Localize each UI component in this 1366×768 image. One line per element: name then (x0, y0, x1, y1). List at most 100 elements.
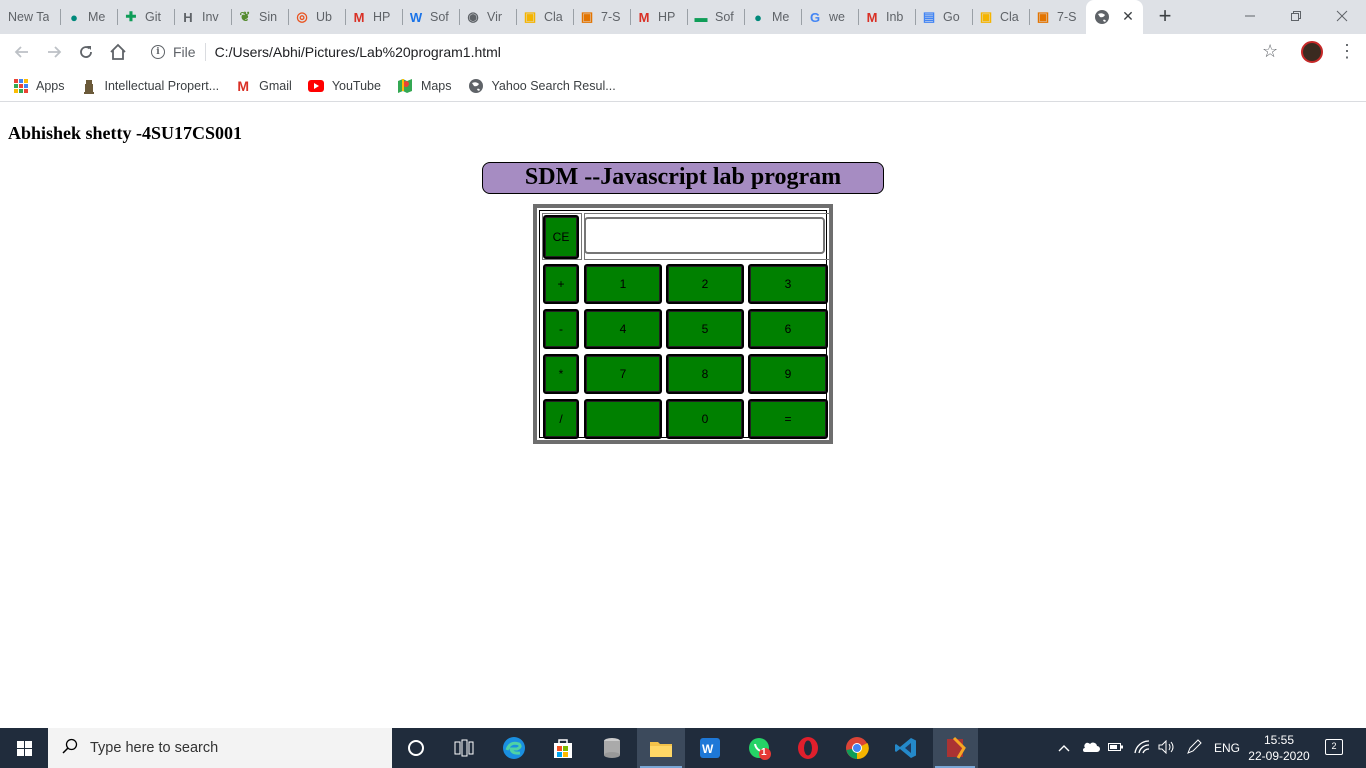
clock-date: 22-09-2020 (1248, 749, 1310, 763)
tab[interactable]: ▤ Go (921, 0, 971, 34)
task-view-icon[interactable] (452, 736, 476, 760)
chevron-up-icon[interactable] (1058, 741, 1070, 755)
pen-icon[interactable] (1186, 738, 1202, 758)
minus-button[interactable]: - (543, 309, 579, 349)
windows-logo-icon (16, 740, 32, 756)
tab[interactable]: ✚ Git (123, 0, 173, 34)
multiply-button[interactable]: * (543, 354, 579, 394)
tab[interactable]: H Inv (180, 0, 230, 34)
tab[interactable]: ● Me (66, 0, 116, 34)
bookmark-label: YouTube (331, 78, 381, 93)
whatsapp-icon[interactable]: 1 (747, 736, 771, 760)
page-title: SDM --Javascript lab program (482, 162, 884, 194)
minimize-button[interactable] (1227, 0, 1273, 32)
bookmark-gmail[interactable]: M Gmail (235, 78, 292, 94)
bookmark-yahoo-search[interactable]: Yahoo Search Resul... (468, 78, 616, 94)
tab-separator (288, 9, 289, 25)
back-button[interactable] (10, 40, 34, 64)
file-explorer-icon[interactable] (649, 736, 673, 760)
tab[interactable]: ◎ Ub (294, 0, 344, 34)
paint-app-icon[interactable] (944, 736, 968, 760)
forward-button[interactable] (42, 40, 66, 64)
tab[interactable]: M HP (636, 0, 686, 34)
tab[interactable]: ● Me (750, 0, 800, 34)
bookmark-label: Intellectual Propert... (104, 78, 220, 93)
tab[interactable]: ◉ Vir (465, 0, 515, 34)
bookmark-intellectual-property[interactable]: Intellectual Propert... (81, 78, 220, 94)
opera-icon[interactable] (796, 736, 820, 760)
home-button[interactable] (106, 40, 130, 64)
tab[interactable]: Gwe (807, 0, 857, 34)
plus-button[interactable]: + (543, 264, 579, 304)
bookmark-apps[interactable]: Apps (14, 78, 65, 93)
restore-button[interactable] (1273, 0, 1319, 32)
tab-separator (459, 9, 460, 25)
digit-4-button[interactable]: 4 (584, 309, 662, 349)
onedrive-icon[interactable] (1082, 741, 1100, 756)
digit-7-button[interactable]: 7 (584, 354, 662, 394)
url-text[interactable]: C:/Users/Abhi/Pictures/Lab%20program1.ht… (215, 44, 501, 60)
tab-label: Sof (430, 10, 449, 24)
bookmark-maps[interactable]: Maps (397, 78, 452, 94)
volume-icon[interactable] (1158, 739, 1176, 757)
tab[interactable]: ▣ Cla (978, 0, 1028, 34)
info-icon[interactable]: i (151, 45, 165, 59)
store-icon[interactable] (551, 736, 575, 760)
digit-9-button[interactable]: 9 (748, 354, 828, 394)
globe-icon (1094, 9, 1110, 25)
wps-office-icon[interactable]: W (698, 736, 722, 760)
tab-separator (1029, 9, 1030, 25)
tab[interactable]: New Ta (8, 0, 58, 34)
vscode-icon[interactable] (894, 736, 918, 760)
close-tab-icon[interactable]: ✕ (1120, 8, 1136, 24)
database-icon[interactable] (600, 736, 624, 760)
page-content: Abhishek shetty -4SU17CS001 SDM --Javasc… (0, 103, 1366, 728)
tab[interactable]: M Inb (864, 0, 914, 34)
digit-2-button[interactable]: 2 (666, 264, 744, 304)
tab-label: Inb (886, 10, 904, 24)
battery-icon[interactable] (1108, 741, 1124, 755)
close-window-button[interactable] (1319, 0, 1365, 32)
tab-separator (231, 9, 232, 25)
kebab-menu-icon[interactable]: ⋮ (1338, 41, 1356, 62)
tab[interactable]: ▣ Cla (522, 0, 572, 34)
language-indicator[interactable]: ENG (1214, 741, 1240, 755)
bookmark-star-icon[interactable]: ☆ (1262, 41, 1278, 62)
digit-0-button[interactable]: 0 (666, 399, 744, 439)
digit-1-button[interactable]: 1 (584, 264, 662, 304)
sheets-icon: ✚ (125, 9, 137, 24)
calculator-display[interactable] (584, 217, 825, 254)
edge-icon[interactable] (502, 736, 526, 760)
digit-3-button[interactable]: 3 (748, 264, 828, 304)
digit-5-button[interactable]: 5 (666, 309, 744, 349)
clear-button[interactable]: CE (543, 215, 579, 259)
divide-button[interactable]: / (543, 399, 579, 439)
digit-6-button[interactable]: 6 (748, 309, 828, 349)
start-button[interactable] (0, 728, 48, 768)
equals-button[interactable]: = (748, 399, 828, 439)
tab[interactable]: ▬ Sof (693, 0, 743, 34)
profile-avatar[interactable] (1301, 41, 1323, 63)
bookmark-youtube[interactable]: YouTube (307, 78, 381, 94)
system-tray: ENG (1058, 728, 1240, 768)
new-tab-button[interactable]: + (1155, 4, 1175, 28)
cortana-icon[interactable] (404, 736, 428, 760)
wifi-icon[interactable] (1134, 739, 1150, 757)
blank-button[interactable] (584, 399, 662, 439)
tab-label: New Ta (8, 10, 50, 24)
reload-button[interactable] (74, 40, 98, 64)
clock[interactable]: 15:55 22-09-2020 (1247, 732, 1311, 764)
address-bar[interactable]: i File C:/Users/Abhi/Pictures/Lab%20prog… (140, 37, 1295, 67)
chrome-icon[interactable] (845, 736, 869, 760)
digit-8-button[interactable]: 8 (666, 354, 744, 394)
tab[interactable]: ▣ 7-S (1035, 0, 1085, 34)
tab-separator (345, 9, 346, 25)
scheme-label: File (173, 44, 196, 60)
google-icon: G (809, 9, 821, 25)
tab[interactable]: ▣ 7-S (579, 0, 629, 34)
tab[interactable]: M HP (351, 0, 401, 34)
notification-center-icon[interactable]: 2 (1325, 739, 1343, 755)
tab[interactable]: W Sof (408, 0, 458, 34)
tab[interactable]: ❦ Sin (237, 0, 287, 34)
taskbar-search[interactable]: Type here to search (48, 728, 392, 768)
